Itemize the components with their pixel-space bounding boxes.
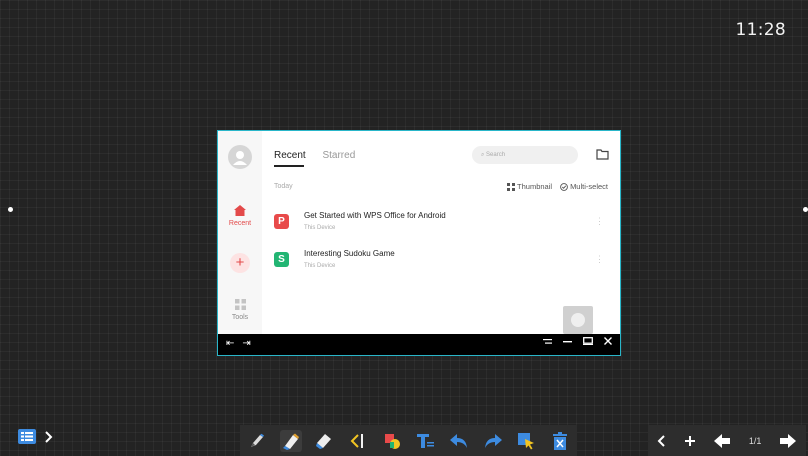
shapes-tool[interactable]	[381, 430, 403, 452]
sidebar-item-tools[interactable]: Tools	[218, 299, 262, 321]
wps-office-window: Recent + Tools Recent Starred ⌕ Search T…	[217, 130, 621, 356]
redo-button[interactable]	[482, 430, 504, 452]
floating-action-button[interactable]	[563, 306, 593, 334]
sidebar-item-recent-label: Recent	[228, 220, 252, 227]
text-icon	[417, 433, 435, 448]
search-placeholder: Search	[486, 152, 506, 158]
trash-icon	[553, 431, 568, 450]
bottom-left-controls	[18, 429, 53, 444]
sidebar-item-recent[interactable]: Recent	[218, 205, 262, 227]
search-icon: ⌕	[481, 152, 485, 158]
shapes-icon	[384, 433, 400, 449]
thumbnail-icon	[507, 182, 516, 191]
more-options-icon[interactable]: ⋮	[595, 254, 604, 265]
search-input[interactable]: ⌕ Search	[472, 146, 578, 164]
lasso-icon	[350, 433, 363, 448]
file-name: Interesting Sudoku Game	[304, 249, 395, 258]
close-icon[interactable]	[604, 337, 612, 345]
dock-left-icon[interactable]: ⇤	[226, 338, 234, 349]
text-tool[interactable]	[414, 430, 436, 452]
file-row[interactable]: P Get Started with WPS Office for Androi…	[274, 211, 608, 239]
slides-menu-icon[interactable]	[18, 429, 36, 444]
open-folder-button[interactable]	[596, 147, 609, 165]
user-icon	[233, 151, 247, 165]
pen-icon	[250, 433, 264, 447]
page-counter: 1/1	[748, 435, 762, 446]
avatar[interactable]	[228, 145, 252, 169]
view-options: Thumbnail Multi-select	[507, 182, 608, 191]
page-navigation: 1/1	[648, 425, 806, 456]
spreadsheet-file-icon: S	[274, 252, 289, 267]
eraser-tool[interactable]	[313, 430, 335, 452]
chevron-right-icon[interactable]	[44, 430, 53, 444]
file-location: This Device	[304, 263, 336, 269]
eraser-icon	[316, 433, 332, 449]
undo-button[interactable]	[448, 430, 470, 452]
undo-icon	[449, 433, 467, 448]
annotation-toolbar	[240, 425, 577, 456]
file-row[interactable]: S Interesting Sudoku Game This Device ⋮	[274, 249, 608, 277]
file-name: Get Started with WPS Office for Android	[304, 211, 446, 220]
file-location: This Device	[304, 225, 336, 231]
next-page-icon[interactable]	[779, 433, 797, 449]
menu-icon[interactable]	[543, 338, 552, 345]
multiselect-label: Multi-select	[570, 182, 608, 191]
select-tool[interactable]	[347, 430, 369, 452]
minimize-icon[interactable]	[563, 338, 572, 345]
more-options-icon[interactable]: ⋮	[595, 216, 604, 227]
cursor-icon	[518, 432, 535, 449]
folder-icon	[596, 149, 609, 160]
pen-tool[interactable]	[246, 430, 268, 452]
tab-bar: Recent Starred	[274, 150, 369, 167]
home-icon	[234, 205, 246, 216]
app-sidebar: Recent + Tools	[218, 131, 262, 335]
sidebar-item-tools-label: Tools	[231, 314, 249, 321]
thumbnail-toggle[interactable]: Thumbnail	[507, 182, 552, 191]
multiselect-toggle[interactable]: Multi-select	[560, 182, 608, 191]
left-edge-handle[interactable]	[8, 207, 13, 212]
grid-icon	[234, 299, 246, 310]
previous-page-icon[interactable]	[713, 433, 731, 449]
tab-starred[interactable]: Starred	[322, 150, 355, 161]
highlighter-tool[interactable]	[279, 429, 302, 452]
section-title: Today	[274, 183, 293, 190]
tab-recent[interactable]: Recent	[274, 150, 306, 167]
right-edge-handle[interactable]	[803, 207, 808, 212]
highlighter-icon	[282, 433, 299, 450]
presentation-file-icon: P	[274, 214, 289, 229]
thumbnail-label: Thumbnail	[517, 182, 553, 191]
check-circle-icon	[560, 182, 568, 191]
clock: 11:28	[735, 20, 786, 40]
dock-right-icon[interactable]: ⇥	[242, 338, 250, 349]
cursor-tool[interactable]	[515, 430, 537, 452]
new-document-button[interactable]: +	[230, 253, 250, 273]
maximize-icon[interactable]	[583, 337, 593, 345]
chevron-left-icon[interactable]	[657, 434, 666, 448]
plus-icon: +	[235, 254, 245, 271]
app-content: Recent + Tools Recent Starred ⌕ Search T…	[218, 131, 620, 335]
delete-button[interactable]	[549, 430, 571, 452]
window-control-bar: ⇤ ⇥	[218, 334, 620, 355]
redo-icon	[484, 433, 502, 448]
add-page-icon[interactable]	[684, 435, 696, 447]
